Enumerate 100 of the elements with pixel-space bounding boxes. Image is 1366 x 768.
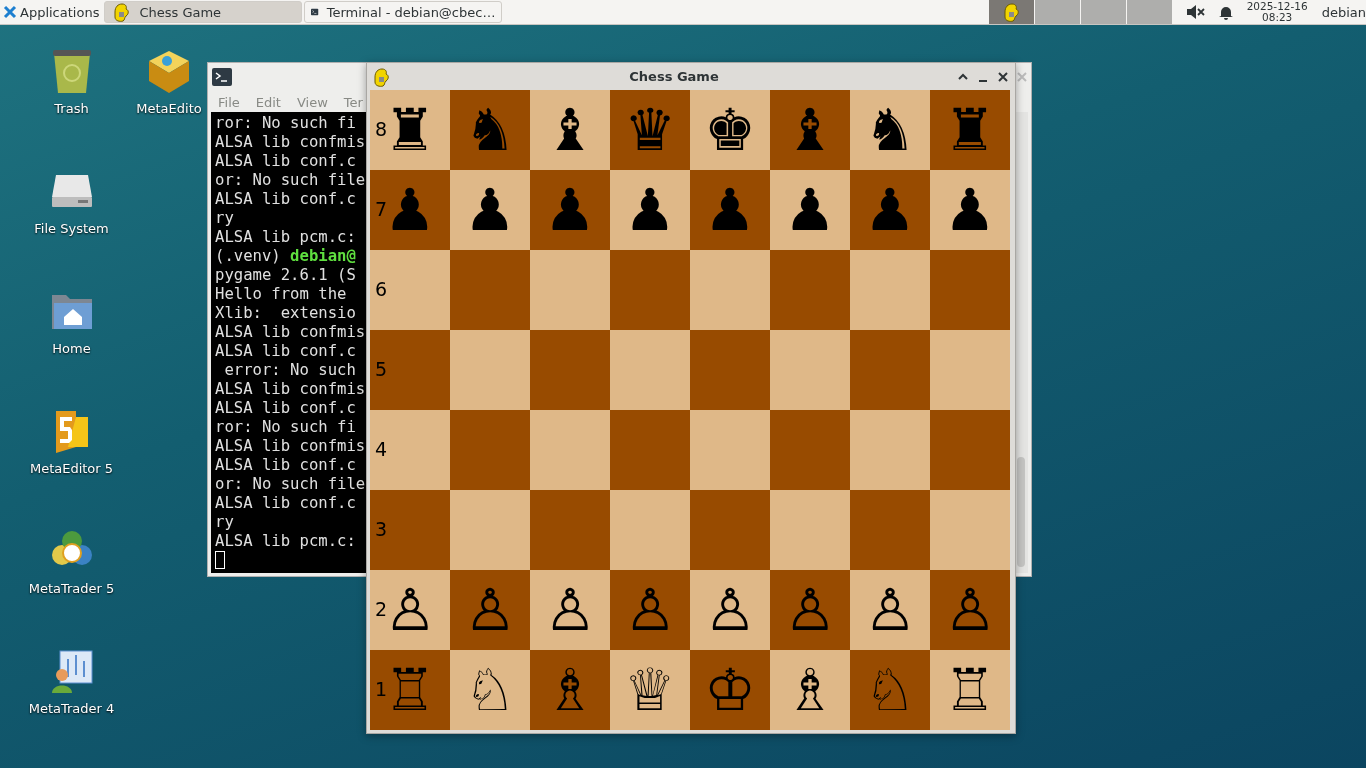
terminal-line: ry: [215, 513, 234, 532]
board-square[interactable]: ♙: [530, 570, 610, 650]
workspace-button[interactable]: [988, 0, 1034, 24]
board-square[interactable]: ♙: [690, 570, 770, 650]
workspace-button[interactable]: [1034, 0, 1080, 24]
board-square[interactable]: [450, 250, 530, 330]
terminal-line: or: No such file: [215, 171, 366, 190]
chess-piece[interactable]: ♙: [864, 581, 916, 639]
chess-piece[interactable]: ♟: [784, 181, 836, 239]
board-square[interactable]: ♟: [610, 170, 690, 250]
board-square[interactable]: [850, 250, 930, 330]
board-square[interactable]: 6: [370, 250, 450, 330]
chess-piece[interactable]: ♝: [544, 101, 596, 159]
workspace-button[interactable]: [1080, 0, 1126, 24]
terminal-line: ALSA lib conf.c: [215, 494, 356, 513]
terminal-line: ALSA lib conf.c: [215, 190, 356, 209]
board-square[interactable]: [530, 490, 610, 570]
board-square[interactable]: [770, 490, 850, 570]
board-square[interactable]: [610, 330, 690, 410]
applications-menu[interactable]: Applications: [0, 0, 104, 24]
rank-label: 3: [375, 518, 388, 540]
board-square[interactable]: [450, 330, 530, 410]
chess-piece[interactable]: ♟: [944, 181, 996, 239]
window-title: Chess Game: [628, 69, 720, 84]
desktop-icon-label[interactable]: File System: [34, 221, 109, 236]
board-square[interactable]: ♚: [690, 90, 770, 170]
board-square[interactable]: [930, 250, 1010, 330]
chess-piece[interactable]: ♟: [624, 181, 676, 239]
chess-piece[interactable]: ♚: [704, 101, 756, 159]
board-square[interactable]: [450, 490, 530, 570]
board-square[interactable]: [610, 490, 690, 570]
board-square[interactable]: [850, 410, 930, 490]
board-square[interactable]: [770, 410, 850, 490]
board-square[interactable]: [610, 410, 690, 490]
terminal-line: ALSA lib conf.c: [215, 152, 356, 171]
text-cursor: [215, 551, 225, 569]
terminal-line: (.venv) debian@: [215, 247, 356, 266]
desktop-icon-label[interactable]: Trash: [54, 101, 89, 116]
terminal-line: ror: No such fi: [215, 418, 356, 437]
taskbar-button[interactable]: Terminal - debian@cbec…: [304, 1, 503, 23]
board-square[interactable]: ♕: [610, 650, 690, 730]
board-square[interactable]: ♗: [770, 650, 850, 730]
desktop-icon-label[interactable]: MetaEditor 5: [29, 461, 114, 476]
board-square[interactable]: [930, 490, 1010, 570]
clock-date: 2025-12-16: [1246, 1, 1308, 12]
board-square[interactable]: [850, 490, 930, 570]
board-square[interactable]: ♞: [850, 90, 930, 170]
chess-piece[interactable]: ♗: [784, 661, 836, 719]
rank-label: 7: [375, 198, 388, 220]
board-square[interactable]: ♟: [450, 170, 530, 250]
desktop-icon-label[interactable]: MetaTrader 4: [28, 701, 115, 716]
close-icon[interactable]: [997, 70, 1009, 83]
board-square[interactable]: ♟: [930, 170, 1010, 250]
board-square[interactable]: ♝: [530, 90, 610, 170]
scrollbar-thumb[interactable]: [1017, 457, 1025, 567]
chess-piece[interactable]: ♞: [864, 101, 916, 159]
user-name[interactable]: debian: [1321, 4, 1366, 20]
terminal-line: error: No such: [223, 361, 356, 380]
bell-icon: [1218, 4, 1233, 20]
board-square[interactable]: [530, 250, 610, 330]
board-square[interactable]: [690, 330, 770, 410]
desktop-icon-label[interactable]: MetaEdito: [136, 101, 202, 116]
terminal-line: ror: No such fi: [215, 114, 356, 133]
terminal-line: ALSA lib conf.c: [215, 342, 356, 361]
board-square[interactable]: [930, 330, 1010, 410]
terminal-line: pygame 2.6.1 (S: [215, 266, 356, 285]
board-square[interactable]: [770, 330, 850, 410]
desktop-icon-label[interactable]: MetaTrader 5: [28, 581, 115, 596]
board-square[interactable]: [930, 410, 1010, 490]
board-square[interactable]: ♙: [850, 570, 930, 650]
board-square[interactable]: [450, 410, 530, 490]
board-square[interactable]: [530, 330, 610, 410]
board-square[interactable]: ♘: [450, 650, 530, 730]
chess-piece[interactable]: ♖: [944, 661, 996, 719]
board-square[interactable]: [690, 250, 770, 330]
chess-piece[interactable]: ♕: [624, 661, 676, 719]
board-square[interactable]: [850, 330, 930, 410]
board-square[interactable]: [690, 490, 770, 570]
board-square[interactable]: 4: [370, 410, 450, 490]
terminal-line: ALSA lib pcm.c:: [215, 532, 356, 551]
terminal-line: ALSA lib confmis: [215, 323, 366, 342]
board-square[interactable]: [530, 410, 610, 490]
terminal-line: ALSA lib conf.c: [215, 399, 356, 418]
chess-piece[interactable]: ♙: [544, 581, 596, 639]
rank-label: 1: [375, 678, 388, 700]
xfce-logo-icon: [3, 5, 17, 19]
board-square[interactable]: [610, 250, 690, 330]
board-square[interactable]: ♖: [930, 650, 1010, 730]
board-square[interactable]: [770, 250, 850, 330]
desktop-icon-label[interactable]: Home: [52, 341, 91, 356]
terminal-icon: [212, 68, 232, 86]
terminal-line: ALSA lib conf.c: [215, 456, 356, 475]
chess-piece[interactable]: ♘: [464, 661, 516, 719]
terminal-line: ALSA lib confmis: [215, 437, 366, 456]
chess-piece[interactable]: ♙: [704, 581, 756, 639]
chess-piece[interactable]: ♟: [464, 181, 516, 239]
workspace-button[interactable]: [1126, 0, 1172, 24]
board-square[interactable]: [690, 410, 770, 490]
board-square[interactable]: ♟: [770, 170, 850, 250]
taskbar-button[interactable]: Chess Game: [104, 1, 303, 23]
